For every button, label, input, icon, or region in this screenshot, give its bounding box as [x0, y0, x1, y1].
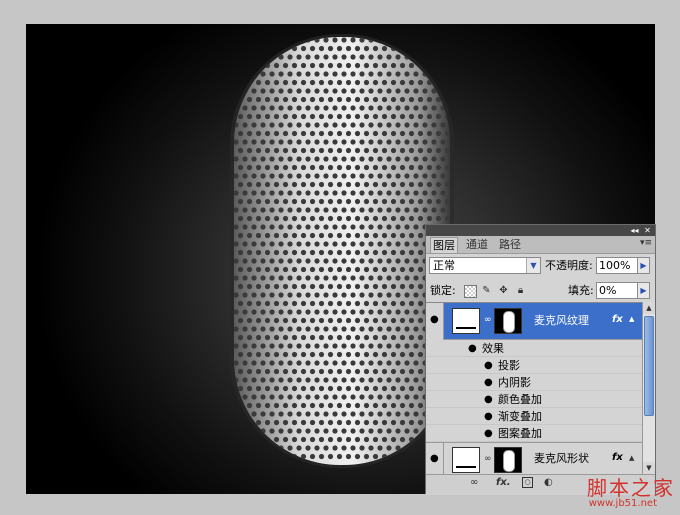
add-layer-style-button[interactable]: fx. — [496, 477, 511, 488]
expand-triangle-icon[interactable]: ▲ — [629, 315, 634, 323]
blend-mode-select[interactable]: 正常 ▼ — [429, 257, 541, 274]
panel-menu-icon[interactable]: ▾≡ — [640, 238, 652, 248]
tab-paths[interactable]: 路径 — [496, 237, 524, 253]
lock-icon[interactable]: 🔒︎ — [515, 285, 526, 296]
effect-row-color-overlay[interactable]: ● 颜色叠加 — [426, 391, 642, 408]
eye-icon[interactable]: ● — [430, 453, 439, 464]
fill-field[interactable]: 0% — [596, 282, 638, 299]
effect-label: 投影 — [498, 359, 520, 372]
close-icon[interactable]: ✕ — [643, 226, 652, 235]
opacity-label: 不透明度: — [545, 259, 593, 272]
eye-icon[interactable]: ● — [468, 343, 477, 354]
layer-mask-thumbnail[interactable] — [494, 308, 522, 334]
panel-tabs: 图层 通道 路径 ▾≡ — [426, 236, 655, 254]
link-layers-icon[interactable]: ∞ — [470, 477, 478, 488]
expand-triangle-icon[interactable]: ▲ — [629, 454, 634, 462]
watermark-url: www.jb51.net — [588, 498, 657, 509]
effects-header-row[interactable]: ● 效果 — [426, 340, 642, 357]
eye-icon[interactable]: ● — [484, 428, 493, 439]
layer-row-shape[interactable]: ● ∞ 麦克风形状 fx ▲ — [426, 442, 642, 476]
tab-layers[interactable]: 图层 — [430, 237, 458, 253]
eye-icon[interactable]: ● — [484, 360, 493, 371]
layer-thumbnail — [452, 447, 480, 473]
scroll-up-icon[interactable]: ▲ — [643, 302, 655, 314]
layer-row-texture[interactable]: 👁︎ ● ∞ 麦克风纹理 fx ▲ — [426, 303, 642, 340]
watermark-title: 脚本之家 — [587, 476, 675, 500]
lock-brush-icon[interactable]: ✎ — [481, 285, 492, 296]
layer-name[interactable]: 麦克风纹理 — [534, 314, 589, 328]
layers-panel: ◂◂ ✕ 图层 通道 路径 ▾≡ 正常 ▼ 不透明度: 100% ▶ 锁定: ✎… — [425, 224, 656, 495]
effect-label: 图案叠加 — [498, 427, 542, 440]
fx-badge[interactable]: fx — [612, 314, 623, 325]
lock-transparency-icon[interactable] — [464, 285, 477, 298]
lock-label: 锁定: — [430, 284, 456, 297]
blend-mode-value: 正常 — [433, 259, 455, 272]
layer-name[interactable]: 麦克风形状 — [534, 452, 589, 466]
fill-label: 填充: — [568, 284, 594, 297]
effect-label: 渐变叠加 — [498, 410, 542, 423]
effect-label: 内阴影 — [498, 376, 531, 389]
watermark: 脚本之家 www.jb51.net — [520, 472, 675, 512]
eye-icon[interactable]: ● — [484, 394, 493, 405]
scrollbar-thumb[interactable] — [644, 316, 654, 416]
layer-mask-thumbnail[interactable] — [494, 447, 522, 473]
tab-channels[interactable]: 通道 — [463, 237, 491, 253]
layers-scrollbar[interactable]: ▲ ▼ — [642, 302, 655, 474]
move-icon[interactable]: ✥ — [498, 285, 509, 296]
effects-label: 效果 — [482, 342, 504, 355]
effect-label: 颜色叠加 — [498, 393, 542, 406]
effect-row-gradient-overlay[interactable]: ● 渐变叠加 — [426, 408, 642, 425]
effect-row-pattern-overlay[interactable]: ● 图案叠加 — [426, 425, 642, 442]
fill-slider-button[interactable]: ▶ — [637, 282, 650, 299]
chain-link-icon[interactable]: ∞ — [484, 454, 492, 464]
layer-thumbnail — [452, 308, 480, 334]
chevron-down-icon[interactable]: ▼ — [526, 258, 540, 273]
effect-row-inner-shadow[interactable]: ● 内阴影 — [426, 374, 642, 391]
chain-link-icon[interactable]: ∞ — [484, 315, 492, 325]
opacity-field[interactable]: 100% — [596, 257, 638, 274]
layers-list: 👁︎ ● ∞ 麦克风纹理 fx ▲ ● 效果 ● 投影 ● 内阴影 — [426, 302, 642, 476]
fx-badge[interactable]: fx — [612, 452, 623, 463]
panel-titlebar[interactable]: ◂◂ ✕ — [426, 225, 655, 236]
effect-row-drop-shadow[interactable]: ● 投影 — [426, 357, 642, 374]
eye-icon[interactable]: ● — [484, 377, 493, 388]
opacity-slider-button[interactable]: ▶ — [637, 257, 650, 274]
eye-icon[interactable]: ● — [484, 411, 493, 422]
eye-icon[interactable]: ● — [430, 314, 439, 325]
double-chevron-left-icon[interactable]: ◂◂ — [630, 226, 639, 235]
